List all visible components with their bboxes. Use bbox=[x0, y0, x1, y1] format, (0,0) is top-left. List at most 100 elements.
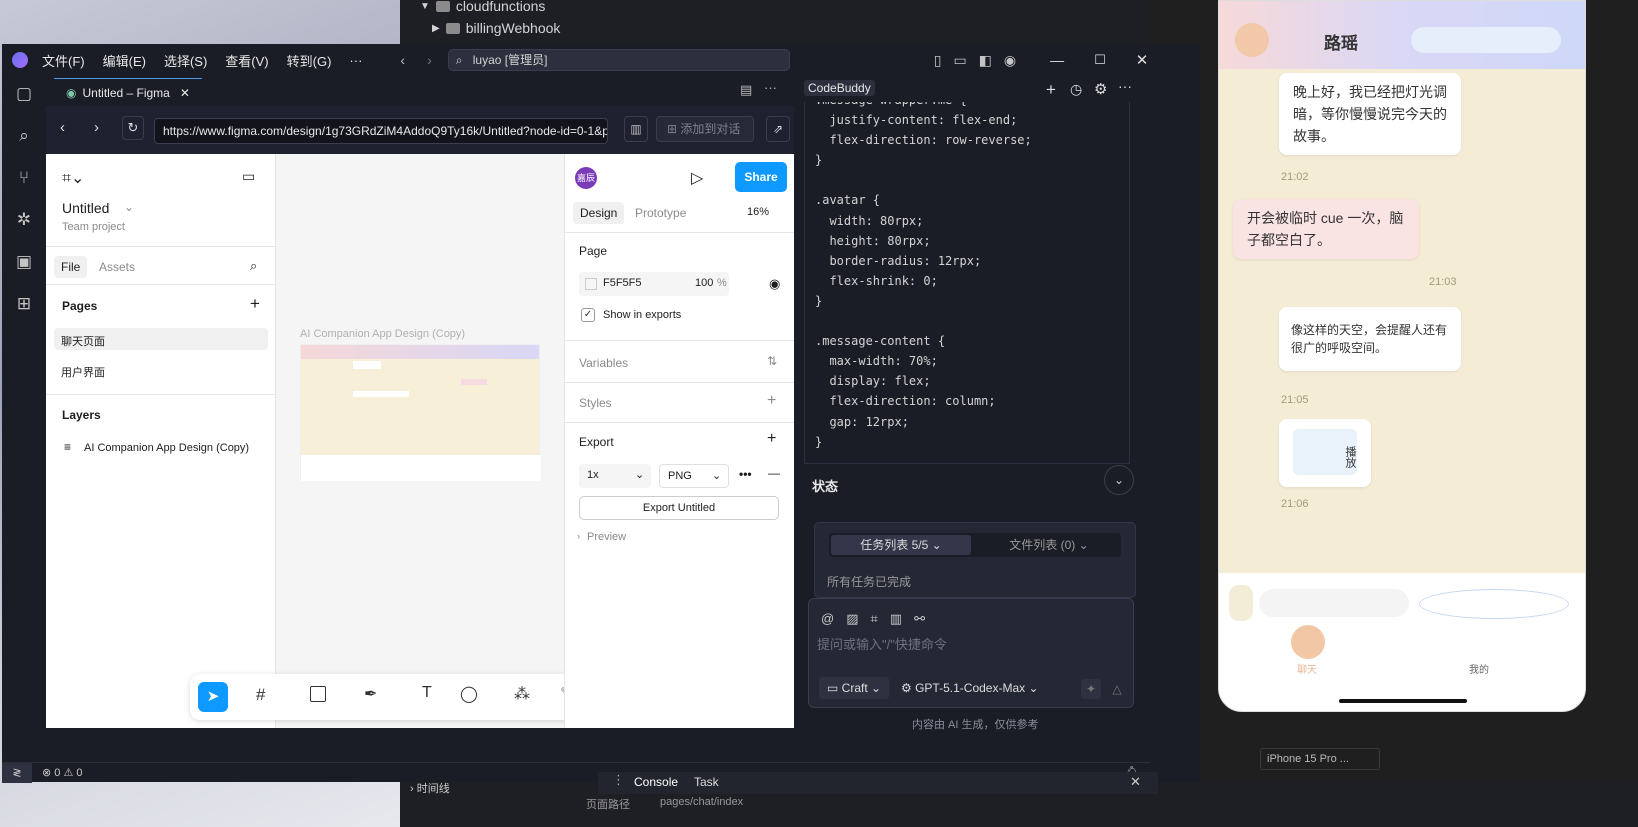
url-field[interactable]: https://www.figma.com/design/1g73GRdZiM4… bbox=[154, 118, 608, 144]
tab-assets[interactable]: Assets bbox=[99, 260, 135, 274]
tab-prototype[interactable]: Prototype bbox=[635, 206, 686, 220]
zoom-level[interactable]: 16% bbox=[747, 206, 769, 218]
menu-edit[interactable]: 编辑(E) bbox=[103, 51, 146, 70]
minimize-icon[interactable]: — bbox=[1050, 52, 1064, 68]
panel-toggle-icon[interactable]: ▭ bbox=[242, 168, 255, 185]
problems-indicator[interactable]: ⊗ 0 ⚠ 0 bbox=[42, 766, 83, 779]
page-item-user[interactable]: 用户界面 bbox=[61, 364, 105, 380]
send-icon[interactable]: △ bbox=[1107, 679, 1127, 699]
model-select[interactable]: ⚙ GPT-5.1-Codex-Max ⌄ bbox=[901, 677, 1039, 699]
tab-file[interactable]: File bbox=[54, 256, 88, 278]
more-actions-icon[interactable]: ··· bbox=[764, 80, 777, 95]
input-tool-icons[interactable]: @▨⌗▥⚯ bbox=[821, 611, 937, 627]
remote-indicator-icon[interactable]: ≷ bbox=[2, 763, 32, 783]
open-external-icon[interactable]: ⇗ bbox=[766, 116, 790, 142]
pen-tool-icon[interactable]: ✒ bbox=[364, 684, 377, 704]
remove-export-icon[interactable]: — bbox=[768, 466, 780, 480]
avatar[interactable]: 嘉辰 bbox=[575, 167, 597, 189]
file-name[interactable]: Untitled bbox=[62, 200, 109, 216]
nav-chat-icon[interactable] bbox=[1291, 625, 1325, 659]
layer-item[interactable]: AI Companion App Design (Copy) bbox=[84, 442, 249, 454]
split-editor-icon[interactable]: ▤ bbox=[740, 82, 752, 98]
enhance-icon[interactable]: ✦ bbox=[1081, 679, 1101, 699]
tab-close-icon[interactable]: ✕ bbox=[180, 86, 190, 100]
mode-select[interactable]: ▭ Craft ⌄ bbox=[819, 677, 889, 699]
audio-card[interactable]: 播放 bbox=[1279, 419, 1371, 487]
add-page-icon[interactable]: + bbox=[250, 294, 260, 314]
add-export-icon[interactable]: + bbox=[767, 430, 776, 448]
page-item-chat[interactable]: 聊天页面 bbox=[61, 333, 105, 349]
add-to-chat-button[interactable]: ⊞ 添加到对话 bbox=[656, 116, 754, 142]
send-area[interactable] bbox=[1419, 589, 1569, 619]
command-search[interactable]: ⌕ luyao [管理员] bbox=[447, 49, 790, 71]
browser-back-icon[interactable]: ‹ bbox=[60, 119, 65, 136]
chat-input[interactable] bbox=[1259, 589, 1409, 617]
new-chat-icon[interactable]: + bbox=[1046, 80, 1056, 100]
device-select[interactable]: iPhone 15 Pro ... bbox=[1260, 748, 1380, 770]
tab-figma[interactable]: ◉ Untitled – Figma ✕ bbox=[54, 78, 202, 106]
export-button[interactable]: Export Untitled bbox=[579, 496, 779, 520]
menu-go[interactable]: 转到(G) bbox=[287, 51, 332, 70]
source-control-icon[interactable]: ⑂ bbox=[14, 168, 34, 188]
history-icon[interactable]: ◷ bbox=[1070, 81, 1082, 98]
share-button[interactable]: Share bbox=[735, 162, 787, 192]
nav-forward-icon[interactable]: › bbox=[427, 52, 432, 68]
extensions-icon[interactable]: ⊞ bbox=[14, 294, 34, 314]
comment-tool-icon[interactable]: ◯ bbox=[460, 684, 478, 704]
layout-toggle-icons[interactable]: ▯▭◧◉ bbox=[934, 52, 1028, 69]
variables-icon[interactable]: ⇅ bbox=[767, 354, 777, 368]
tab-console[interactable]: Console bbox=[634, 775, 678, 789]
chat-input-placeholder[interactable]: 提问或输入"/"快捷命令 bbox=[817, 634, 947, 653]
scroll-down-icon[interactable]: ⌄ bbox=[1104, 465, 1134, 495]
page-path[interactable]: pages/chat/index bbox=[660, 796, 743, 808]
rectangle-tool-icon[interactable] bbox=[310, 686, 326, 702]
more-icon[interactable]: ··· bbox=[1118, 78, 1132, 94]
reload-icon[interactable]: ↻ bbox=[122, 116, 144, 140]
nav-back-icon[interactable]: ‹ bbox=[400, 52, 405, 68]
debug-icon[interactable]: ✲ bbox=[14, 210, 34, 230]
nav-me-label[interactable]: 我的 bbox=[1469, 661, 1489, 676]
close-icon[interactable]: ✕ bbox=[1136, 51, 1149, 69]
tab-task-list[interactable]: 任务列表 5/5 ⌄ bbox=[831, 535, 971, 555]
inspect-icon[interactable]: ▥ bbox=[624, 116, 648, 142]
tab-task[interactable]: Task bbox=[694, 775, 719, 789]
browser-forward-icon[interactable]: › bbox=[94, 119, 99, 136]
export-scale-select[interactable]: 1x ⌄ bbox=[579, 464, 651, 488]
chat-input-box[interactable]: @▨⌗▥⚯ 提问或输入"/"快捷命令 ▭ Craft ⌄ ⚙ GPT-5.1-C… bbox=[808, 598, 1134, 708]
menu-selection[interactable]: 选择(S) bbox=[164, 51, 207, 70]
export-format-select[interactable]: PNG ⌄ bbox=[659, 464, 729, 488]
tree-folder-billingwebhook[interactable]: ▶ billingWebhook bbox=[432, 17, 560, 39]
tree-folder-cloudfunctions[interactable]: ▼ cloudfunctions bbox=[420, 0, 545, 17]
close-panel-icon[interactable]: ✕ bbox=[1130, 774, 1141, 790]
menu-more[interactable]: ··· bbox=[349, 53, 362, 68]
remote-icon[interactable]: ▣ bbox=[14, 252, 34, 272]
preview-toggle[interactable]: Preview bbox=[587, 531, 626, 543]
frame-thumbnail[interactable] bbox=[300, 344, 541, 481]
page-color-field[interactable]: F5F5F5 100 % bbox=[579, 272, 729, 296]
tab-file-list[interactable]: 文件列表 (0) ⌄ bbox=[989, 535, 1109, 555]
gear-icon[interactable]: ⚙ bbox=[1094, 80, 1107, 98]
menu-view[interactable]: 查看(V) bbox=[225, 51, 268, 70]
frame-tool-icon[interactable]: # bbox=[256, 685, 265, 705]
figma-menu-icon[interactable]: ⌗⌄ bbox=[62, 168, 84, 188]
input-icon[interactable] bbox=[1229, 585, 1253, 621]
eye-icon[interactable]: ◉ bbox=[769, 276, 780, 292]
search-icon[interactable]: ⌕ bbox=[250, 258, 257, 274]
move-tool-icon[interactable]: ➤ bbox=[198, 682, 228, 712]
search-icon[interactable]: ⌕ bbox=[14, 126, 34, 146]
nav-chat-label[interactable]: 聊天 bbox=[1297, 661, 1317, 676]
explorer-icon[interactable]: ▢ bbox=[14, 84, 34, 104]
maximize-icon[interactable]: ☐ bbox=[1094, 52, 1106, 68]
actions-icon[interactable]: ⁂ bbox=[514, 684, 530, 704]
frame-label[interactable]: AI Companion App Design (Copy) bbox=[300, 328, 465, 340]
text-tool-icon[interactable]: T bbox=[422, 684, 432, 702]
play-icon[interactable]: ▷ bbox=[691, 168, 703, 188]
menu-file[interactable]: 文件(F) bbox=[42, 51, 85, 70]
chevron-down-icon[interactable]: ⌄ bbox=[124, 200, 134, 214]
add-style-icon[interactable]: + bbox=[767, 392, 776, 410]
timeline-tab[interactable]: › 时间线 bbox=[410, 780, 450, 796]
export-options-icon[interactable]: ••• bbox=[739, 467, 752, 481]
tab-design[interactable]: Design bbox=[573, 202, 625, 224]
checkbox[interactable]: ✓ bbox=[581, 308, 595, 322]
console-menu-icon[interactable]: ⋮ bbox=[612, 772, 625, 788]
